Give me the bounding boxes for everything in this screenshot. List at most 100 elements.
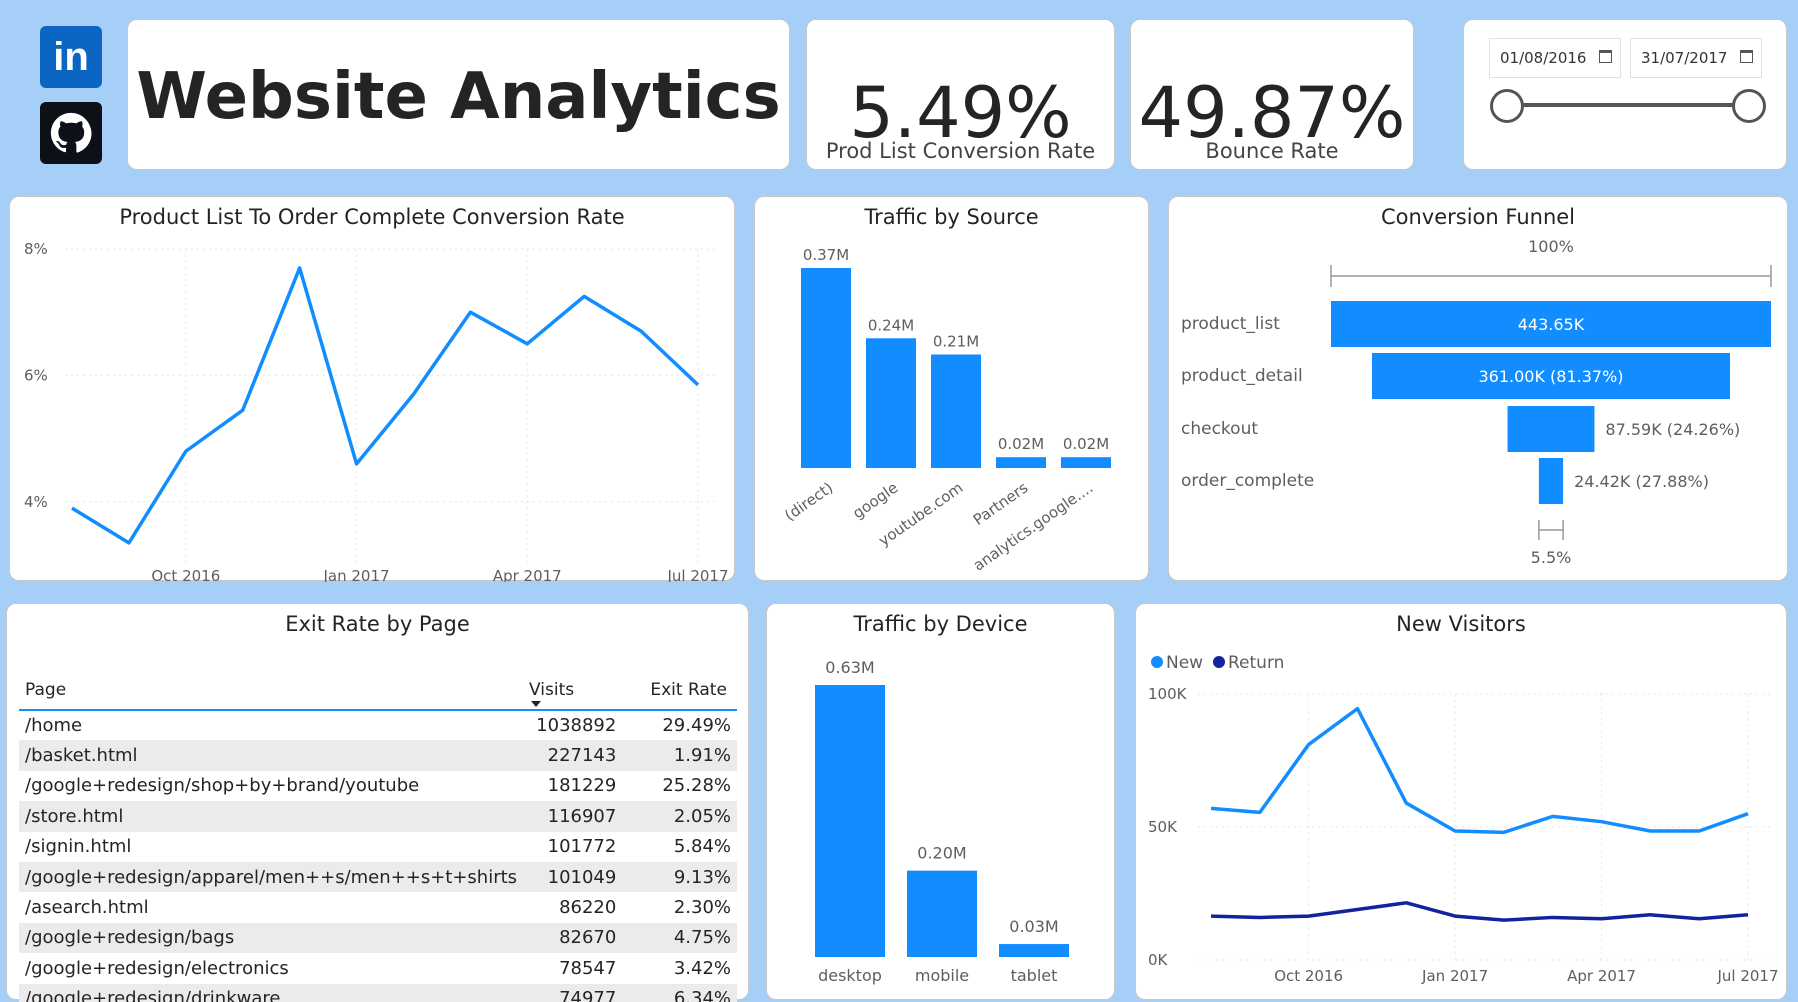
calendar-icon[interactable] — [1740, 50, 1753, 63]
x-tick-label: Jul 2017 — [666, 567, 728, 582]
cell-visits: 86220 — [559, 897, 617, 919]
cell-visits: 78547 — [559, 957, 617, 979]
calendar-icon[interactable] — [1599, 50, 1612, 63]
cell-exit-rate: 9.13% — [622, 861, 737, 893]
x-tick-label: mobile — [915, 966, 969, 985]
column-header-exit-rate[interactable]: Exit Rate — [622, 670, 737, 711]
x-tick-label: Jan 2017 — [323, 567, 390, 582]
cell-exit-rate: 6.34% — [622, 983, 737, 1002]
data-label: 0.37M — [803, 246, 849, 264]
data-label: 0.20M — [917, 844, 966, 863]
table-title: Exit Rate by Page — [285, 612, 470, 636]
conversion-rate-chart: 8% 6% 4% Oct 2016 Jan 2017 Apr 2017 Jul 2017 — [24, 240, 729, 582]
column-header-page[interactable]: Page — [19, 670, 524, 711]
new-visitors-chart: New Return 100K 50K 0K Oct 2016 Jan 2017 Apr 20… — [1148, 653, 1779, 985]
x-tick-label: Jul 2017 — [1716, 967, 1778, 985]
page-title: Website Analytics — [136, 60, 781, 134]
cell-page: /asearch.html — [25, 897, 149, 919]
cell-page: /google+redesign/apparel/men++s/men++s+t… — [19, 861, 524, 893]
exit-rate-table: Page Visits Exit Rate /home 1038892 29.49%… — [19, 670, 737, 1002]
data-label: 443.65K — [1518, 315, 1585, 334]
cell-page: /google+redesign/drinkware — [19, 983, 524, 1002]
cell-exit-rate: 2.30% — [673, 897, 731, 919]
legend-marker[interactable] — [1213, 656, 1225, 668]
legend-label[interactable]: Return — [1228, 653, 1284, 673]
x-tick-label: google — [849, 479, 901, 523]
traffic-device-card: Traffic by Device 0.63M desktop 0.20M mobil… — [766, 603, 1115, 1000]
y-tick-label: 0K — [1148, 951, 1169, 969]
start-date-input[interactable]: 01/08/2016 — [1489, 38, 1621, 78]
kpi-label: Prod List Conversion Rate — [825, 139, 1096, 163]
data-label: 24.42K (27.88%) — [1574, 472, 1709, 491]
kpi-card-conversion: 5.49% Prod List Conversion Rate — [806, 19, 1115, 170]
table-row[interactable]: /asearch.html 86220 2.30% — [19, 892, 737, 922]
github-icon[interactable] — [40, 102, 102, 164]
slider-handle-start[interactable] — [1490, 89, 1524, 123]
cell-exit-rate: 3.42% — [673, 957, 731, 979]
data-label: 0.02M — [998, 435, 1044, 453]
x-tick-label: Oct 2016 — [1274, 967, 1343, 985]
cell-visits: 116907 — [523, 801, 623, 832]
series-line-new — [1210, 706, 1749, 835]
category-label: order_complete — [1181, 471, 1314, 491]
bar[interactable] — [801, 268, 851, 468]
cell-page: /home — [25, 715, 83, 737]
cell-visits: 101049 — [523, 861, 623, 893]
table-row[interactable]: /google+redesign/drinkware 74977 6.34% — [19, 983, 737, 1002]
cell-exit-rate: 1.91% — [622, 740, 737, 771]
cell-visits: 74977 — [523, 983, 623, 1002]
slider-track[interactable] — [1506, 103, 1746, 107]
cell-exit-rate: 29.49% — [662, 715, 731, 737]
new-visitors-card: New Visitors New Return 100K 50K 0K Oct 2016 J… — [1135, 603, 1787, 1000]
x-tick-label: Oct 2016 — [151, 567, 220, 582]
table-row[interactable]: /google+redesign/shop+by+brand/youtube 18… — [19, 771, 737, 801]
cell-visits: 101772 — [547, 836, 617, 858]
linkedin-icon[interactable]: in — [40, 26, 102, 88]
x-tick-label: (direct) — [781, 479, 836, 525]
category-label: product_detail — [1181, 366, 1303, 386]
kpi-card-bounce: 49.87% Bounce Rate — [1130, 19, 1414, 170]
conversion-rate-card: Product List To Order Complete Conversio… — [9, 196, 735, 582]
cell-exit-rate: 2.05% — [622, 801, 737, 832]
table-row[interactable]: /google+redesign/bags 82670 4.75% — [19, 922, 737, 954]
table-row[interactable]: /google+redesign/apparel/men++s/men++s+t… — [19, 861, 737, 893]
table-row[interactable]: /basket.html 227143 1.91% — [19, 740, 737, 771]
bar[interactable] — [999, 944, 1069, 957]
x-tick-label: desktop — [818, 966, 882, 985]
bar[interactable] — [866, 338, 916, 468]
table-row[interactable]: /google+redesign/electronics 78547 3.42% — [19, 953, 737, 983]
table-row[interactable]: /home 1038892 29.49% — [19, 710, 737, 740]
cell-exit-rate: 25.28% — [662, 775, 731, 797]
data-label: 0.03M — [1009, 917, 1058, 936]
funnel-bar[interactable] — [1538, 458, 1564, 504]
column-header-visits[interactable]: Visits — [523, 670, 623, 711]
bar[interactable] — [931, 354, 981, 468]
date-slicer: 01/08/2016 31/07/2017 — [1463, 19, 1787, 170]
legend-marker[interactable] — [1151, 656, 1163, 668]
exit-rate-card: Exit Rate by Page Page Visits Exit Rate … — [6, 603, 749, 1002]
cell-exit-rate: 5.84% — [673, 836, 731, 858]
slider-handle-end[interactable] — [1732, 89, 1766, 123]
cell-visits: 1038892 — [536, 715, 617, 737]
table-row[interactable]: /signin.html 101772 5.84% — [19, 832, 737, 862]
bar[interactable] — [996, 457, 1046, 468]
x-tick-label: Partners — [970, 478, 1032, 529]
bar[interactable] — [1061, 457, 1111, 468]
x-tick-label: Apr 2017 — [493, 567, 562, 582]
table-row[interactable]: /store.html 116907 2.05% — [19, 801, 737, 832]
github-logo — [50, 112, 92, 153]
bar[interactable] — [815, 685, 885, 957]
conversion-funnel-chart: 100% product_list 443.65K product_detail 361… — [1181, 237, 1772, 567]
funnel-bar[interactable] — [1507, 406, 1595, 452]
legend-label[interactable]: New — [1166, 653, 1203, 673]
sort-desc-icon[interactable] — [531, 701, 542, 707]
cell-visits: 227143 — [523, 740, 623, 771]
y-tick-label: 50K — [1148, 818, 1178, 836]
data-label: 87.59K (24.26%) — [1605, 420, 1740, 439]
cell-visits: 82670 — [523, 922, 623, 954]
bar[interactable] — [907, 870, 977, 957]
end-date-input[interactable]: 31/07/2017 — [1630, 38, 1762, 78]
data-label: 361.00K (81.37%) — [1478, 367, 1623, 386]
data-label: 0.02M — [1063, 435, 1109, 453]
data-label: 0.24M — [868, 316, 914, 334]
